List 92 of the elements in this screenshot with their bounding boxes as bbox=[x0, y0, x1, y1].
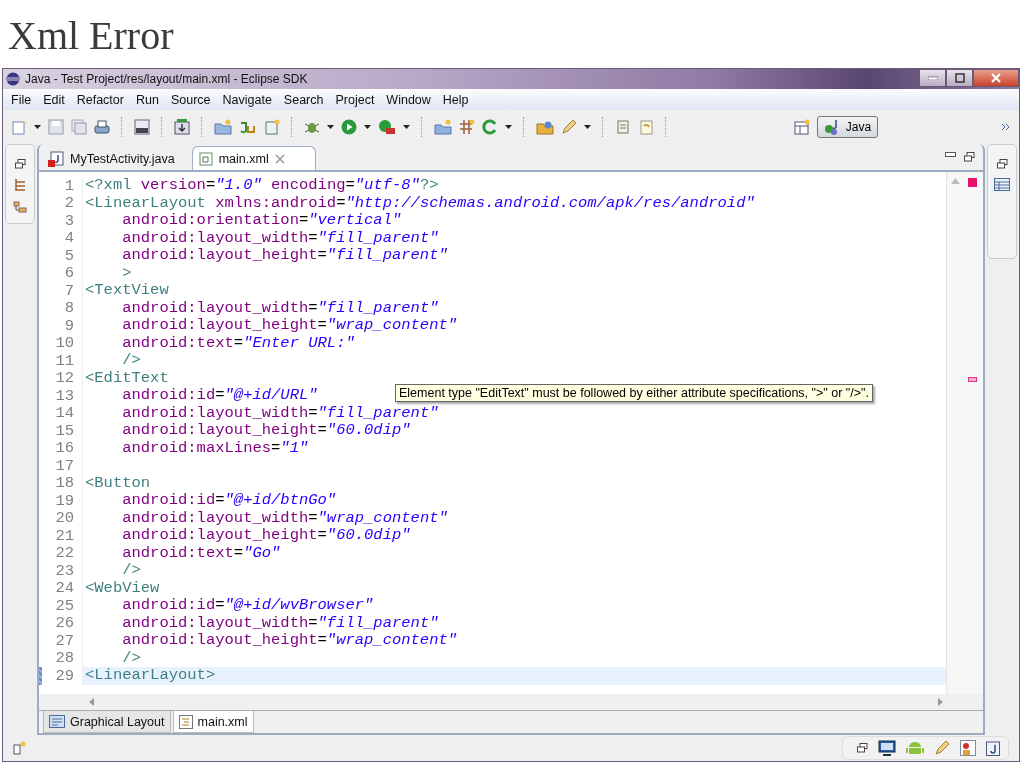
line-number: 22 bbox=[54, 544, 75, 563]
line-number: 23 bbox=[54, 561, 75, 580]
menu-item[interactable]: Project bbox=[329, 92, 381, 107]
play-icon[interactable] bbox=[341, 119, 357, 135]
line-number: 1 bbox=[63, 176, 75, 195]
folder-plus-icon[interactable] bbox=[214, 119, 232, 135]
new-window-icon[interactable] bbox=[13, 741, 26, 755]
close-tab-icon[interactable] bbox=[274, 153, 285, 164]
java-file-icon bbox=[48, 150, 64, 167]
caret-icon[interactable] bbox=[34, 125, 41, 129]
line-number: 9 bbox=[63, 316, 75, 335]
line-number: 26 bbox=[54, 614, 75, 633]
line-number: 12 bbox=[54, 369, 75, 388]
error-tooltip: Element type "EditText" must be followed by either attribute specifications, ">" or "/>". bbox=[395, 384, 873, 402]
line-number: 24 bbox=[54, 579, 75, 598]
menu-item[interactable]: File bbox=[5, 92, 38, 107]
caret-icon[interactable] bbox=[584, 125, 591, 129]
line-number: 17 bbox=[54, 456, 75, 475]
error-line-marker-icon[interactable] bbox=[968, 377, 977, 382]
line-number: 14 bbox=[54, 404, 75, 423]
menu-item[interactable]: Help bbox=[436, 92, 475, 107]
restore-icon[interactable] bbox=[996, 159, 1008, 169]
scroll-left-icon[interactable] bbox=[89, 698, 94, 706]
minimize-icon[interactable] bbox=[945, 152, 956, 158]
caret-icon[interactable] bbox=[403, 125, 410, 129]
line-number: 27 bbox=[54, 631, 75, 650]
line-number: 19 bbox=[54, 491, 75, 510]
line-number: 7 bbox=[63, 281, 75, 300]
line-number: 18 bbox=[54, 474, 75, 493]
layout-icon bbox=[49, 715, 65, 728]
outline-icon[interactable] bbox=[13, 201, 27, 213]
maximize-button[interactable] bbox=[946, 69, 973, 87]
minimize-button[interactable] bbox=[919, 69, 946, 87]
table-icon[interactable] bbox=[994, 178, 1010, 191]
minimize-icon bbox=[927, 76, 938, 80]
caret-icon[interactable] bbox=[505, 125, 512, 129]
monitor-icon[interactable] bbox=[878, 740, 896, 756]
restore-icon[interactable] bbox=[857, 743, 868, 753]
menu-item[interactable]: Run bbox=[129, 92, 165, 107]
line-number: 29 bbox=[54, 666, 75, 685]
editor-mode-tab[interactable]: main.xml bbox=[172, 711, 254, 733]
restore-icon[interactable] bbox=[14, 159, 26, 169]
scroll-right-icon[interactable] bbox=[938, 698, 943, 706]
line-number: 8 bbox=[63, 299, 75, 318]
line-number: 5 bbox=[63, 246, 75, 265]
editor-tab[interactable]: main.xml bbox=[191, 146, 316, 170]
refresh-document-icon[interactable] bbox=[638, 119, 654, 135]
pencil-icon[interactable] bbox=[934, 740, 950, 756]
line-number: 28 bbox=[54, 649, 75, 668]
download-box-icon[interactable] bbox=[174, 119, 190, 135]
error-marker-icon[interactable] bbox=[968, 178, 977, 187]
line-number: 20 bbox=[54, 509, 75, 528]
chevron-icon[interactable] bbox=[1001, 123, 1011, 131]
line-number: 10 bbox=[54, 334, 75, 353]
menu-item[interactable]: Navigate bbox=[216, 92, 278, 107]
open-folder-icon[interactable] bbox=[536, 119, 554, 135]
editor-tab[interactable]: MyTestActivity.java bbox=[41, 146, 190, 170]
line-number: 2 bbox=[63, 194, 75, 213]
editor-mode-tab[interactable]: Graphical Layout bbox=[43, 711, 171, 733]
line-number: 15 bbox=[54, 421, 75, 440]
grid-plus-icon[interactable] bbox=[459, 119, 475, 135]
picture-icon[interactable] bbox=[960, 740, 976, 756]
caret-icon[interactable] bbox=[327, 125, 334, 129]
caret-icon[interactable] bbox=[364, 125, 371, 129]
restore-icon[interactable] bbox=[964, 152, 975, 162]
line-number: 3 bbox=[63, 211, 75, 230]
xml-file-icon bbox=[198, 151, 213, 166]
menu-item[interactable]: Edit bbox=[37, 92, 71, 107]
close-button[interactable] bbox=[973, 69, 1019, 87]
java-document-icon[interactable] bbox=[986, 740, 1000, 756]
line-number: 4 bbox=[63, 229, 75, 248]
window-title: Java - Test Project/res/layout/main.xml - Eclipse SDK bbox=[25, 72, 309, 86]
line-number: 11 bbox=[54, 351, 75, 370]
source-file-icon bbox=[178, 714, 193, 729]
maximize-icon bbox=[954, 73, 965, 83]
menu-item[interactable]: Search bbox=[277, 92, 330, 107]
hierarchy-icon[interactable] bbox=[14, 178, 26, 192]
menu-item[interactable]: Window bbox=[380, 92, 437, 107]
app-logo-icon bbox=[6, 72, 20, 86]
printer-icon[interactable] bbox=[94, 119, 110, 135]
open-perspective-icon[interactable] bbox=[793, 119, 810, 135]
menu-item[interactable]: Refactor bbox=[70, 92, 130, 107]
line-number: 21 bbox=[54, 526, 75, 545]
line-number: 25 bbox=[54, 596, 75, 615]
java-perspective-button[interactable]: Java bbox=[816, 116, 879, 138]
slide-title: Xml Error bbox=[7, 12, 174, 60]
menu-item[interactable]: Source bbox=[164, 92, 217, 107]
line-number: 16 bbox=[54, 439, 75, 458]
line-number: 6 bbox=[63, 264, 75, 283]
close-icon bbox=[991, 73, 1001, 83]
pencil-icon[interactable] bbox=[561, 119, 577, 135]
line-number: 13 bbox=[54, 386, 75, 405]
